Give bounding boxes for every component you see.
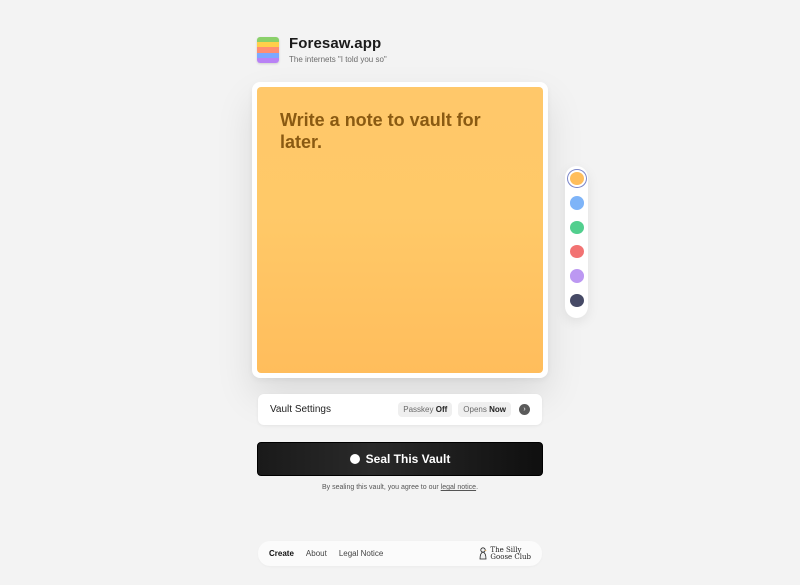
seal-vault-label: Seal This Vault [365, 452, 451, 466]
footer-link-about[interactable]: About [306, 549, 327, 558]
app-tagline: The internets "I told you so" [289, 55, 387, 64]
passkey-pill[interactable]: Passkey Off [398, 402, 453, 417]
swatch-green[interactable] [569, 220, 584, 234]
footer-link-create[interactable]: Create [269, 549, 294, 558]
swatch-navy[interactable] [569, 293, 584, 307]
legal-notice-link[interactable]: legal notice [441, 484, 476, 491]
app-name[interactable]: Foresaw.app [289, 36, 387, 52]
footer-nav: Create About Legal Notice The Silly Goos… [258, 541, 542, 566]
seal-vault-button[interactable]: Seal This Vault [257, 442, 543, 476]
swatch-orange[interactable] [569, 172, 584, 186]
swatch-blue[interactable] [569, 196, 584, 210]
brand: Foresaw.app The internets "I told you so… [289, 36, 387, 65]
club-name: The Silly Goose Club [490, 546, 531, 561]
vault-settings-bar[interactable]: Vault Settings Passkey Off Opens Now › [258, 394, 542, 425]
legal-agreement: By sealing this vault, you agree to our … [0, 484, 800, 491]
opens-value: Now [489, 405, 506, 414]
opens-pill[interactable]: Opens Now [458, 402, 511, 417]
note-card [252, 82, 548, 378]
opens-label: Opens [463, 405, 487, 414]
passkey-label: Passkey [403, 405, 434, 414]
swatch-purple[interactable] [569, 269, 584, 283]
goose-icon [480, 547, 488, 560]
seal-icon [349, 454, 360, 464]
club-name-line2: Goose Club [490, 552, 531, 561]
swatch-red[interactable] [569, 244, 584, 259]
passkey-value: Off [435, 405, 448, 414]
agreement-suffix: . [476, 484, 479, 491]
footer-link-legal-notice[interactable]: Legal Notice [339, 549, 383, 558]
vault-settings-label: Vault Settings [270, 404, 331, 415]
agreement-prefix: By sealing this vault, you agree to our [321, 484, 441, 491]
color-picker [565, 166, 588, 318]
note-input[interactable] [280, 109, 520, 351]
app-logo-icon[interactable] [257, 37, 279, 63]
silly-goose-club-logo[interactable]: The Silly Goose Club [478, 546, 531, 561]
app-header: Foresaw.app The internets "I told you so… [257, 35, 557, 65]
chevron-right-icon[interactable]: › [519, 404, 530, 415]
note-surface [257, 87, 543, 373]
